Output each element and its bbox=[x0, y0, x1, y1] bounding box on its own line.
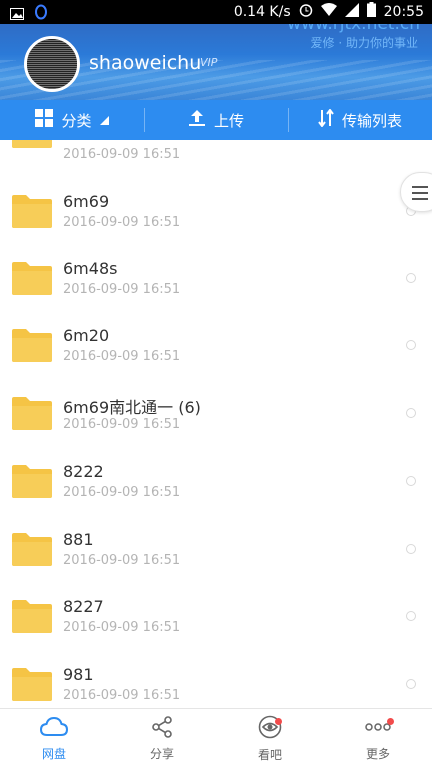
upload-label: 上传 bbox=[213, 111, 244, 130]
caret-down-icon bbox=[99, 111, 109, 129]
folder-icon bbox=[12, 465, 52, 498]
transfer-list-button[interactable]: 传输列表 bbox=[288, 100, 432, 140]
list-item[interactable]: 8227 2016-09-09 16:51 bbox=[0, 583, 432, 650]
transfer-label: 传输列表 bbox=[341, 111, 402, 130]
select-checkbox[interactable] bbox=[406, 544, 416, 554]
tab-watch[interactable]: 看吧 bbox=[216, 709, 324, 768]
folder-icon bbox=[12, 329, 52, 362]
select-checkbox[interactable] bbox=[406, 611, 416, 621]
upload-icon bbox=[188, 109, 206, 131]
file-date: 2016-09-09 16:51 bbox=[63, 417, 181, 432]
select-checkbox[interactable] bbox=[406, 273, 416, 283]
file-name: 8227 bbox=[63, 597, 104, 616]
tab-watch-label: 看吧 bbox=[257, 747, 282, 762]
tab-netdisk[interactable]: 网盘 bbox=[0, 709, 108, 768]
notification-dot bbox=[275, 718, 282, 725]
watermark: www.rjtx.net.cn bbox=[287, 24, 420, 34]
select-checkbox[interactable] bbox=[406, 408, 416, 418]
network-speed: 0.14 K/s bbox=[233, 3, 291, 20]
tab-netdisk-label: 网盘 bbox=[41, 746, 66, 761]
tab-more[interactable]: 更多 bbox=[324, 709, 432, 768]
avatar[interactable] bbox=[24, 36, 80, 92]
list-item[interactable]: 6m48s 2016-09-09 16:51 bbox=[0, 245, 432, 312]
file-name: 881 bbox=[63, 530, 94, 549]
tab-share[interactable]: 分享 bbox=[108, 709, 216, 768]
file-date: 2016-09-09 16:51 bbox=[63, 215, 181, 230]
username[interactable]: shaoweichu bbox=[89, 52, 201, 74]
file-name: 981 bbox=[63, 665, 94, 684]
category-label: 分类 bbox=[61, 111, 92, 130]
alarm-icon bbox=[299, 3, 313, 21]
folder-icon bbox=[12, 600, 52, 633]
notification-dot bbox=[387, 718, 394, 725]
tab-more-label: 更多 bbox=[365, 746, 390, 761]
file-date: 2016-09-09 16:51 bbox=[63, 349, 181, 364]
action-toolbar: 分类 上传 传输列表 bbox=[0, 100, 432, 140]
share-icon bbox=[151, 715, 173, 742]
folder-icon bbox=[12, 195, 52, 228]
grid-icon bbox=[35, 109, 54, 131]
cloud-icon bbox=[39, 716, 69, 742]
side-menu-tab[interactable] bbox=[400, 172, 432, 212]
vip-badge: VIP bbox=[200, 56, 218, 69]
file-name: 6m48s bbox=[63, 259, 118, 278]
bottom-navigation: 网盘 分享 看吧 更多 bbox=[0, 708, 432, 768]
file-date: 2016-09-09 16:51 bbox=[63, 553, 181, 568]
status-bar: 0.14 K/s 20:55 bbox=[0, 0, 432, 24]
list-item[interactable]: 981 2016-09-09 16:51 bbox=[0, 651, 432, 708]
upload-button[interactable]: 上传 bbox=[144, 100, 288, 140]
file-name: 6m20 bbox=[63, 326, 110, 345]
list-item[interactable]: 8222 2016-09-09 16:51 bbox=[0, 448, 432, 515]
menu-icon bbox=[412, 186, 428, 204]
file-list: 2016-09-09 16:51 6m69 2016-09-09 16:51 6… bbox=[0, 140, 432, 708]
file-name: 6m69 bbox=[63, 192, 110, 211]
folder-icon bbox=[12, 668, 52, 701]
file-date: 2016-09-09 16:51 bbox=[63, 282, 181, 297]
app-notification-icon bbox=[34, 4, 48, 24]
list-item[interactable]: 881 2016-09-09 16:51 bbox=[0, 516, 432, 583]
file-date: 2016-09-09 16:51 bbox=[63, 688, 181, 703]
file-name: 6m69南北通一 (6) bbox=[63, 398, 201, 417]
folder-icon bbox=[12, 397, 52, 430]
file-date: 2016-09-09 16:51 bbox=[63, 620, 181, 635]
select-checkbox[interactable] bbox=[406, 340, 416, 350]
list-item[interactable]: 2016-09-09 16:51 bbox=[0, 140, 432, 164]
list-item[interactable]: 6m69 2016-09-09 16:51 bbox=[0, 178, 432, 245]
transfer-icon bbox=[318, 108, 334, 131]
watermark-subtitle: 爱修 · 助力你的事业 bbox=[310, 36, 418, 50]
signal-icon bbox=[344, 2, 359, 21]
folder-icon bbox=[12, 140, 52, 148]
battery-icon bbox=[366, 2, 376, 21]
file-date: 2016-09-09 16:51 bbox=[63, 147, 181, 162]
select-checkbox[interactable] bbox=[406, 679, 416, 689]
clock-time: 20:55 bbox=[383, 3, 424, 20]
file-date: 2016-09-09 16:51 bbox=[63, 485, 181, 500]
wifi-icon bbox=[320, 2, 337, 21]
folder-icon bbox=[12, 262, 52, 295]
file-name: 8222 bbox=[63, 462, 104, 481]
list-item[interactable]: 6m20 2016-09-09 16:51 bbox=[0, 312, 432, 379]
select-checkbox[interactable] bbox=[406, 476, 416, 486]
image-notification-icon bbox=[10, 5, 24, 24]
tab-share-label: 分享 bbox=[149, 746, 174, 761]
list-item[interactable]: 6m69南北通一 (6) 2016-09-09 16:51 bbox=[0, 380, 432, 447]
folder-icon bbox=[12, 533, 52, 566]
profile-header: shaoweichu VIP www.rjtx.net.cn 爱修 · 助力你的… bbox=[0, 24, 432, 100]
category-button[interactable]: 分类 bbox=[0, 100, 144, 140]
